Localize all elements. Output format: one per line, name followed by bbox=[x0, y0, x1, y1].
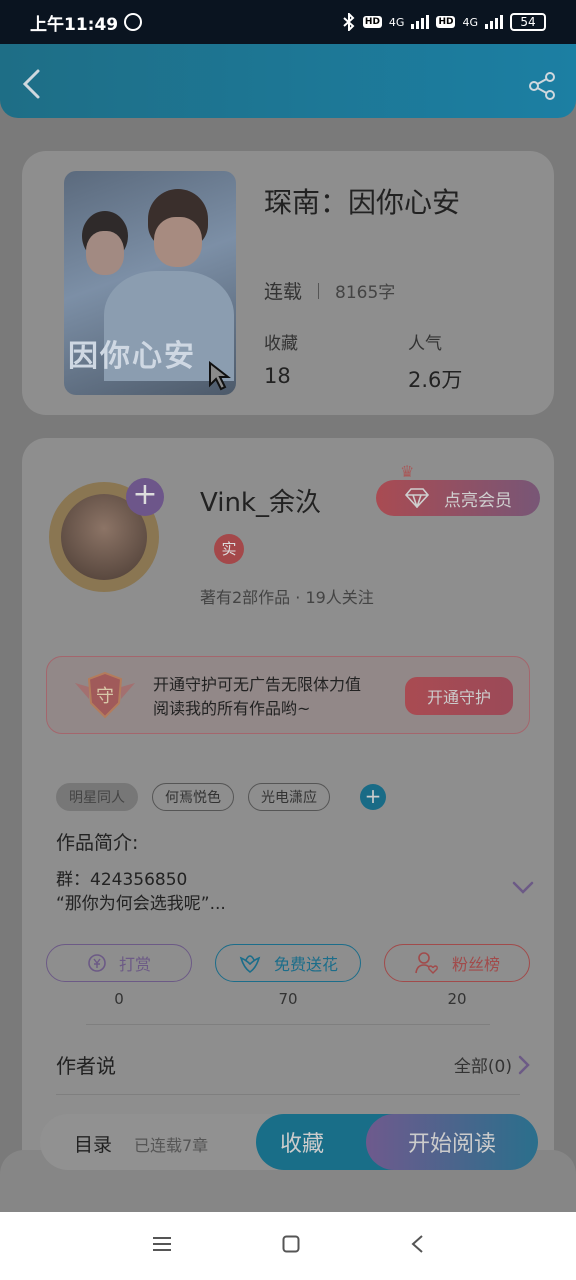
back-nav-button[interactable] bbox=[410, 1234, 424, 1258]
send-flower-label: 免费送花 bbox=[273, 955, 338, 974]
start-reading-button[interactable]: 开始阅读 bbox=[366, 1114, 538, 1170]
cover-title-text: 因你心安 bbox=[68, 339, 196, 374]
book-title: 琛南：因你心安 bbox=[264, 186, 461, 219]
fans-ranking-button[interactable]: 粉丝榜 bbox=[384, 944, 530, 982]
reward-count: 0 bbox=[114, 990, 124, 1008]
signal-icon bbox=[411, 15, 430, 29]
fans-count: 20 bbox=[447, 990, 467, 1008]
back-triangle-icon bbox=[411, 1235, 423, 1253]
fans-ranking-label: 粉丝榜 bbox=[451, 955, 500, 974]
book-info-card: 因你心安 琛南：因你心安 连载 8165字 收藏 18 人气 2.6万 bbox=[22, 151, 554, 415]
expand-intro-button[interactable] bbox=[512, 880, 534, 899]
home-nav-button[interactable] bbox=[282, 1235, 300, 1257]
crown-icon: ♛ bbox=[400, 462, 415, 481]
send-flower-button[interactable]: 免费送花 bbox=[215, 944, 361, 982]
chapter-count[interactable]: 已连载7章 bbox=[134, 1132, 208, 1156]
intro-title: 作品简介: bbox=[56, 832, 139, 854]
tag-item[interactable]: 光电潇应 bbox=[248, 783, 330, 811]
vip-button-label: 点亮会员 bbox=[444, 490, 512, 511]
author-says-all-link[interactable]: 全部(0) bbox=[454, 1052, 530, 1077]
guard-text-line2: 阅读我的所有作品哟~ bbox=[153, 699, 311, 718]
author-says-title: 作者说 bbox=[56, 1054, 116, 1078]
battery-icon: 54 bbox=[510, 13, 546, 31]
hd-badge-2: HD bbox=[436, 16, 456, 28]
alarm-icon bbox=[124, 13, 143, 31]
bluetooth-icon bbox=[343, 13, 355, 31]
catalog-button[interactable]: 目录 bbox=[74, 1130, 112, 1157]
home-square-icon bbox=[282, 1235, 300, 1253]
popularity-stat: 人气 2.6万 bbox=[408, 334, 463, 392]
reward-action: 打赏 0 bbox=[46, 944, 192, 1008]
status-icons: HD 4G HD 4G 54 bbox=[342, 13, 546, 31]
tag-item[interactable]: 明星同人 bbox=[56, 783, 138, 811]
system-nav-bar bbox=[0, 1212, 576, 1280]
share-button[interactable] bbox=[528, 72, 556, 104]
chevron-left-icon bbox=[22, 69, 40, 99]
author-card: + Vink_余汣 实 著有2部作品 · 19人关注 ♛ 点亮会员 守 开通守护… bbox=[22, 438, 554, 1218]
network-label-2: 4G bbox=[462, 15, 478, 29]
share-icon bbox=[529, 72, 555, 100]
back-button[interactable] bbox=[20, 68, 42, 104]
top-header bbox=[0, 44, 576, 118]
serial-status: 连载 bbox=[264, 281, 303, 303]
divider bbox=[86, 1024, 490, 1025]
status-time: 上午11:49 bbox=[30, 14, 119, 35]
divider bbox=[56, 1094, 520, 1095]
vip-button[interactable]: 点亮会员 bbox=[376, 480, 540, 516]
flower-icon bbox=[239, 955, 261, 973]
fans-action: 粉丝榜 20 bbox=[384, 944, 530, 1008]
word-count: 8165字 bbox=[335, 283, 396, 303]
guard-shield-icon: 守 bbox=[73, 669, 137, 725]
chevron-down-icon bbox=[512, 881, 534, 894]
add-tag-button[interactable]: + bbox=[360, 784, 386, 810]
open-guard-button[interactable]: 开通守护 bbox=[405, 677, 513, 715]
reward-label: 打赏 bbox=[118, 955, 151, 974]
action-row: 打赏 0 免费送花 70 粉丝榜 20 bbox=[46, 944, 530, 1008]
tag-item[interactable]: 何焉悦色 bbox=[152, 783, 234, 811]
tag-list: 明星同人 何焉悦色 光电潇应 + bbox=[56, 783, 386, 811]
guard-text-line1: 开通守护可无广告无限体力值 bbox=[153, 675, 362, 694]
intro-text: 群：424356850 “那你为何会选我呢”... bbox=[56, 870, 226, 914]
bottom-action-bar: 目录 已连载7章 收藏 开始阅读 bbox=[40, 1114, 538, 1170]
mouse-cursor-icon bbox=[208, 360, 234, 395]
status-bar: 上午11:49 HD 4G HD 4G 54 bbox=[0, 0, 576, 44]
book-status-row: 连载 8165字 bbox=[264, 277, 395, 304]
menu-icon bbox=[153, 1237, 171, 1251]
guard-banner: 守 开通守护可无广告无限体力值 阅读我的所有作品哟~ 开通守护 bbox=[46, 656, 530, 734]
guard-shield-text: 守 bbox=[96, 686, 114, 707]
network-label: 4G bbox=[388, 15, 405, 29]
yen-coin-icon bbox=[88, 954, 106, 972]
flower-action: 免费送花 70 bbox=[215, 944, 361, 1008]
favorites-stat: 收藏 18 bbox=[264, 334, 298, 388]
author-name[interactable]: Vink_余汣 bbox=[200, 482, 321, 519]
diamond-icon bbox=[404, 488, 430, 508]
follow-author-button[interactable]: + bbox=[126, 478, 164, 516]
flower-count: 70 bbox=[278, 990, 298, 1008]
reward-button[interactable]: 打赏 bbox=[46, 944, 192, 982]
author-works-info: 著有2部作品 · 19人关注 bbox=[200, 588, 374, 607]
chevron-right-icon bbox=[518, 1055, 530, 1074]
signal-icon-2 bbox=[485, 15, 503, 29]
hd-badge: HD bbox=[362, 16, 382, 28]
user-heart-icon bbox=[415, 952, 438, 974]
menu-nav-button[interactable] bbox=[152, 1236, 172, 1256]
verified-badge: 实 bbox=[214, 534, 244, 564]
